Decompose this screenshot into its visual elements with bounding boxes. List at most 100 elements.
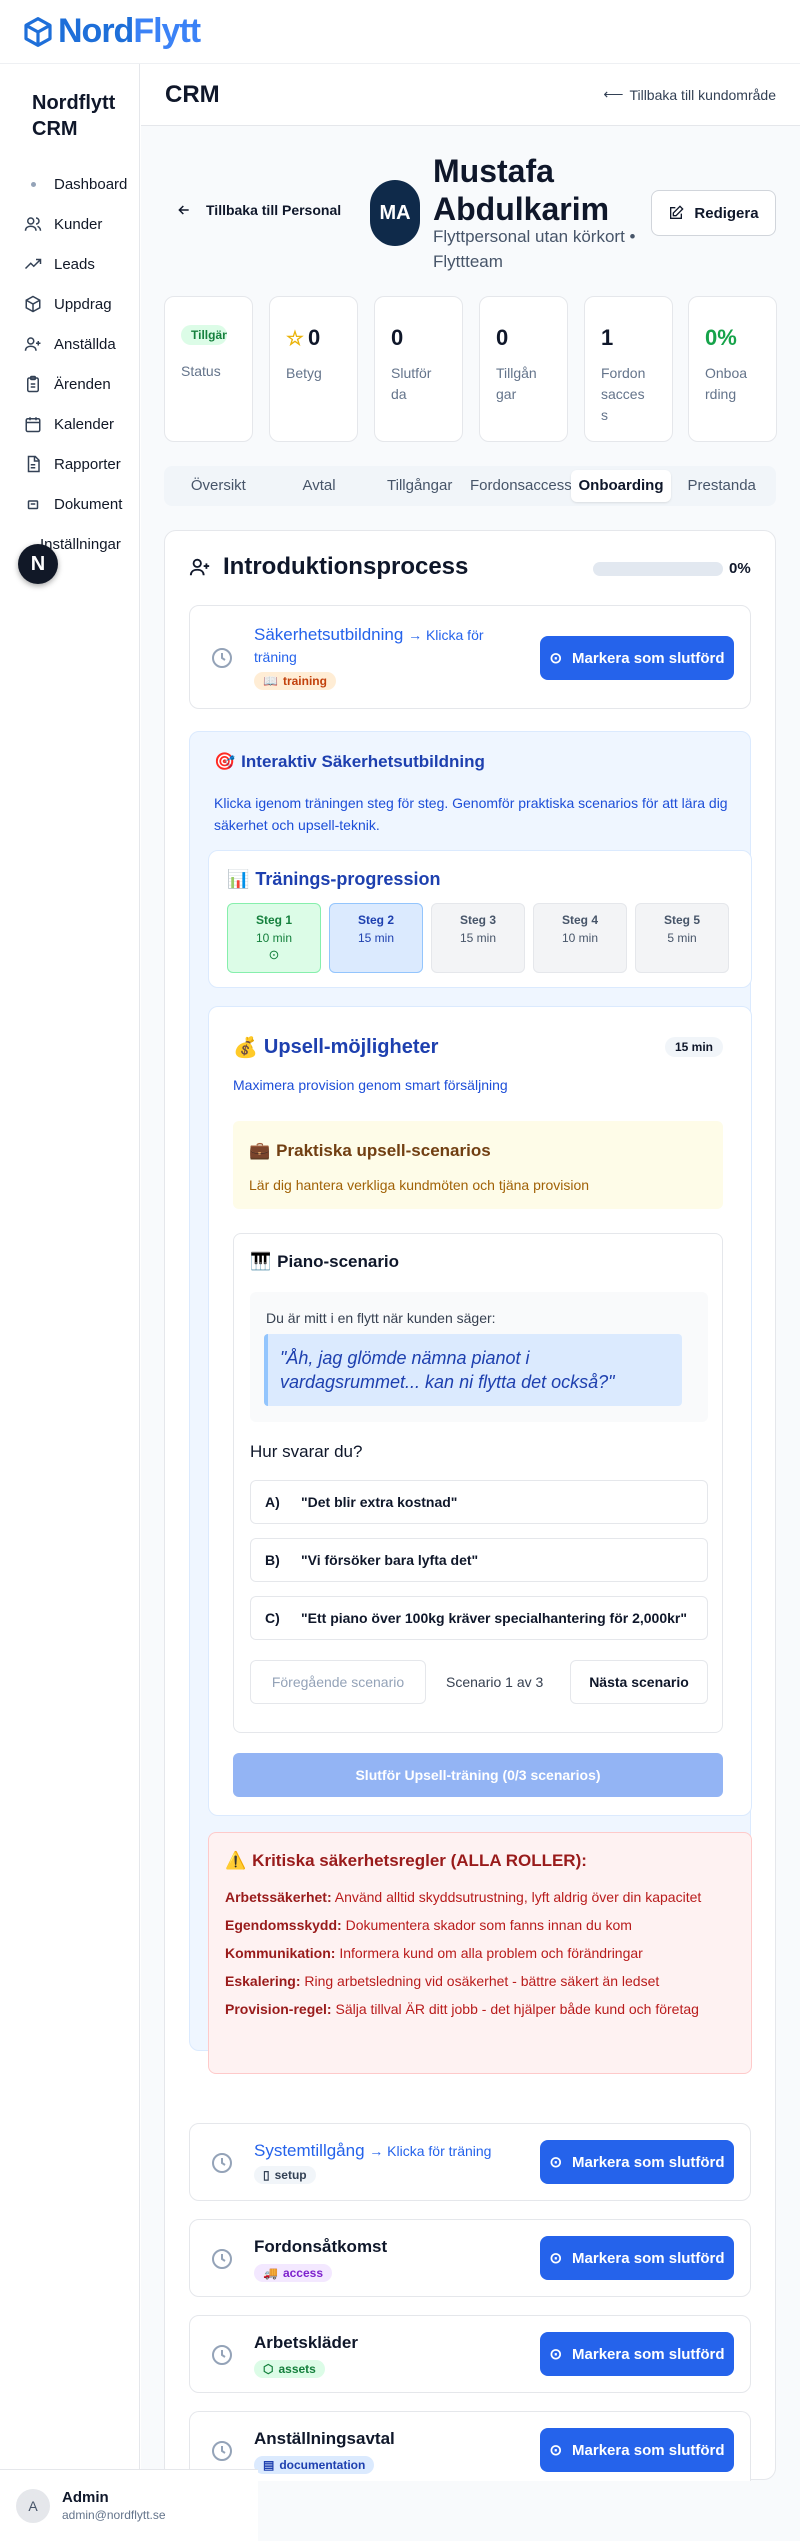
back-to-customer-link[interactable]: ⟵ Tillbaka till kundområde xyxy=(603,86,776,103)
scenario-title-text: Piano-scenario xyxy=(277,1252,400,1271)
previous-scenario-button[interactable]: Föregående scenario xyxy=(250,1660,426,1704)
tag-documentation: ▤ documentation xyxy=(254,2456,375,2474)
tab-onboarding[interactable]: Onboarding xyxy=(570,470,672,502)
safety-rule: Arbetssäkerhet: Använd alltid skyddsutru… xyxy=(225,1887,731,1907)
crm-header: CRM ⟵ Tillbaka till kundområde xyxy=(141,64,800,126)
safety-rule: Egendomsskydd: Dokumentera skador som fa… xyxy=(225,1915,731,1935)
finish-upsell-training-button[interactable]: Slutför Upsell-träning (0/3 scenarios) xyxy=(233,1753,723,1797)
sidebar-item-leads[interactable]: Leads xyxy=(0,244,139,284)
box-logo-icon xyxy=(24,16,52,47)
sidebar-item-uppdrag[interactable]: Uppdrag xyxy=(0,284,139,324)
training-link[interactable]: → Klicka för träning xyxy=(369,2143,491,2159)
upsell-title: 💰 Upsell-möjligheter xyxy=(233,1035,438,1060)
back-to-customer-label: Tillbaka till kundområde xyxy=(629,86,776,103)
mark-complete-button[interactable]: ⊙ Markera som slutförd xyxy=(540,2332,734,2376)
tab-tillgangar[interactable]: Tillgångar xyxy=(369,470,470,502)
mark-complete-button[interactable]: ⊙ Markera som slutförd xyxy=(540,2140,734,2184)
sidebar-user[interactable]: A Admin admin@nordflytt.se xyxy=(0,2469,258,2541)
step-title[interactable]: Säkerhetsutbildning → Klicka för träning xyxy=(254,624,514,668)
sidebar-item-arenden[interactable]: Ärenden xyxy=(0,364,139,404)
stat-label: Betyg xyxy=(286,365,322,381)
step-row-arbetsklader[interactable]: Arbetskläder ⬡ assets ⊙ Markera som slutfö… xyxy=(189,2315,751,2393)
step-row-sakerhetsutbildning[interactable]: Säkerhetsutbildning → Klicka för träning… xyxy=(189,605,751,709)
sidebar-item-anstallda[interactable]: Anställda xyxy=(0,324,139,364)
tab-fordonsaccess[interactable]: Fordonsaccess xyxy=(470,470,571,502)
stat-vehicle-access: 1 Fordonsaccess xyxy=(584,296,673,442)
safety-rule-list: Arbetssäkerhet: Använd alltid skyddsutru… xyxy=(225,1887,731,2027)
clock-icon xyxy=(212,2153,232,2173)
step-title-text: Anställningsavtal xyxy=(254,2429,395,2448)
sidebar-item-dokument[interactable]: Dokument xyxy=(0,484,139,524)
step-title-text: Fordonsåtkomst xyxy=(254,2237,388,2256)
rule-text: Informera kund om alla problem och förän… xyxy=(335,1945,643,1961)
mark-complete-label: Markera som slutförd xyxy=(572,2249,725,2267)
book-icon: 📖 xyxy=(263,674,278,688)
arrow-left-icon xyxy=(178,205,189,215)
calendar-icon xyxy=(25,417,41,433)
next-scenario-button[interactable]: Nästa scenario xyxy=(570,1660,708,1704)
training-step-1[interactable]: Steg 1 10 min ⊙ xyxy=(227,903,321,973)
rule-text: Dokumentera skador som fanns innan du ko… xyxy=(341,1917,632,1933)
answer-option-a[interactable]: A) "Det blir extra kostnad" xyxy=(250,1480,708,1524)
tab-avtal[interactable]: Avtal xyxy=(269,470,370,502)
answer-option-c[interactable]: C) "Ett piano över 100kg kräver specialha… xyxy=(250,1596,708,1640)
edit-icon xyxy=(670,205,685,219)
tag-label: training xyxy=(282,674,327,688)
step-title: Anställningsavtal xyxy=(254,2428,395,2450)
safety-rules: ⚠️ Kritiska säkerhetsregler (ALLA ROLLER)… xyxy=(208,1832,752,2074)
training-title: 🎯 Interaktiv Säkerhetsutbildning xyxy=(214,752,485,772)
answer-letter: C) xyxy=(265,1610,280,1626)
tag-label: access xyxy=(282,2266,323,2280)
step-title: Fordonsåtkomst xyxy=(254,2236,387,2258)
phone-icon: ▯ xyxy=(263,2168,270,2182)
stat-assets: 0 Tillgångar xyxy=(479,296,568,442)
training-step-2[interactable]: Steg 2 15 min xyxy=(329,903,423,973)
step-row-anstallningsavtal[interactable]: Anställningsavtal ▤ documentation ⊙ Marker… xyxy=(189,2411,751,2481)
mark-complete-button[interactable]: ⊙ Markera som slutförd xyxy=(540,636,734,680)
onboarding-card: Introduktionsprocess 0% Säkerhetsutbildn… xyxy=(164,530,776,2481)
star-icon: ☆ xyxy=(286,327,304,350)
check-circle-icon: ⊙ xyxy=(549,2250,563,2267)
edit-button[interactable]: Redigera xyxy=(651,190,776,236)
rule-text: Sälja tillval ÄR ditt jobb - det hjälper… xyxy=(331,2001,699,2017)
sidebar-item-kalender[interactable]: Kalender xyxy=(0,404,139,444)
sidebar-item-rapporter[interactable]: Rapporter xyxy=(0,444,139,484)
file-icon: ▤ xyxy=(263,2458,275,2472)
back-to-personal-button[interactable]: Tillbaka till Personal xyxy=(176,202,341,218)
answer-text: "Ett piano över 100kg kräver specialhant… xyxy=(301,1610,687,1626)
safety-rule: Provision-regel: Sälja tillval ÄR ditt j… xyxy=(225,1999,731,2019)
safety-rule: Kommunikation: Informera kund om alla pr… xyxy=(225,1943,731,1963)
training-step-4[interactable]: Steg 4 10 min xyxy=(533,903,627,973)
step-title[interactable]: Systemtillgång → Klicka för träning xyxy=(254,2140,534,2162)
floating-n-badge[interactable]: N xyxy=(18,544,58,584)
step-row-systemtillgang[interactable]: Systemtillgång → Klicka för träning ▯ set… xyxy=(189,2123,751,2201)
step-minutes: 10 min xyxy=(561,931,599,945)
training-step-5[interactable]: Steg 5 5 min xyxy=(635,903,729,973)
sidebar-item-label: Dokument xyxy=(54,495,123,513)
answer-option-b[interactable]: B) "Vi försöker bara lyfta det" xyxy=(250,1538,708,1582)
stat-completed: 0 Slutförda xyxy=(374,296,463,442)
training-step-3[interactable]: Steg 3 15 min xyxy=(431,903,525,973)
rule-key: Eskalering: xyxy=(225,1973,301,1989)
dot-icon xyxy=(24,181,42,187)
answer-letter: B) xyxy=(265,1552,280,1568)
safety-title-text: Kritiska säkerhetsregler (ALLA ROLLER): xyxy=(252,1851,587,1870)
sidebar-item-dashboard[interactable]: Dashboard xyxy=(0,164,139,204)
nordflytt-logo[interactable]: Nord Flytt xyxy=(22,12,201,51)
upsell-module: 💰 Upsell-möjligheter 15 min Maximera prov… xyxy=(208,1006,752,1816)
step-row-fordonsatkomst[interactable]: Fordonsåtkomst 🚚 access ⊙ Markera som slut… xyxy=(189,2219,751,2297)
practical-scenarios-box: 💼 Praktiska upsell-scenarios Lär dig hant… xyxy=(233,1121,723,1209)
mark-complete-button[interactable]: ⊙ Markera som slutförd xyxy=(540,2236,734,2280)
mark-complete-label: Markera som slutförd xyxy=(572,2345,725,2363)
stat-label: Onboarding xyxy=(705,365,748,402)
mark-complete-button[interactable]: ⊙ Markera som slutförd xyxy=(540,2428,734,2472)
user-email: admin@nordflytt.se xyxy=(62,2508,166,2522)
tag-training: 📖 training xyxy=(254,672,336,690)
answer-text: "Det blir extra kostnad" xyxy=(301,1494,458,1510)
tab-prestanda[interactable]: Prestanda xyxy=(671,470,772,502)
onboarding-title-text: Introduktionsprocess xyxy=(223,553,469,580)
top-bar: Nord Flytt xyxy=(0,0,800,64)
tab-oversikt[interactable]: Översikt xyxy=(168,470,269,502)
sidebar-item-kunder[interactable]: Kunder xyxy=(0,204,139,244)
training-desc: Klicka igenom träningen steg för steg. G… xyxy=(214,795,728,833)
